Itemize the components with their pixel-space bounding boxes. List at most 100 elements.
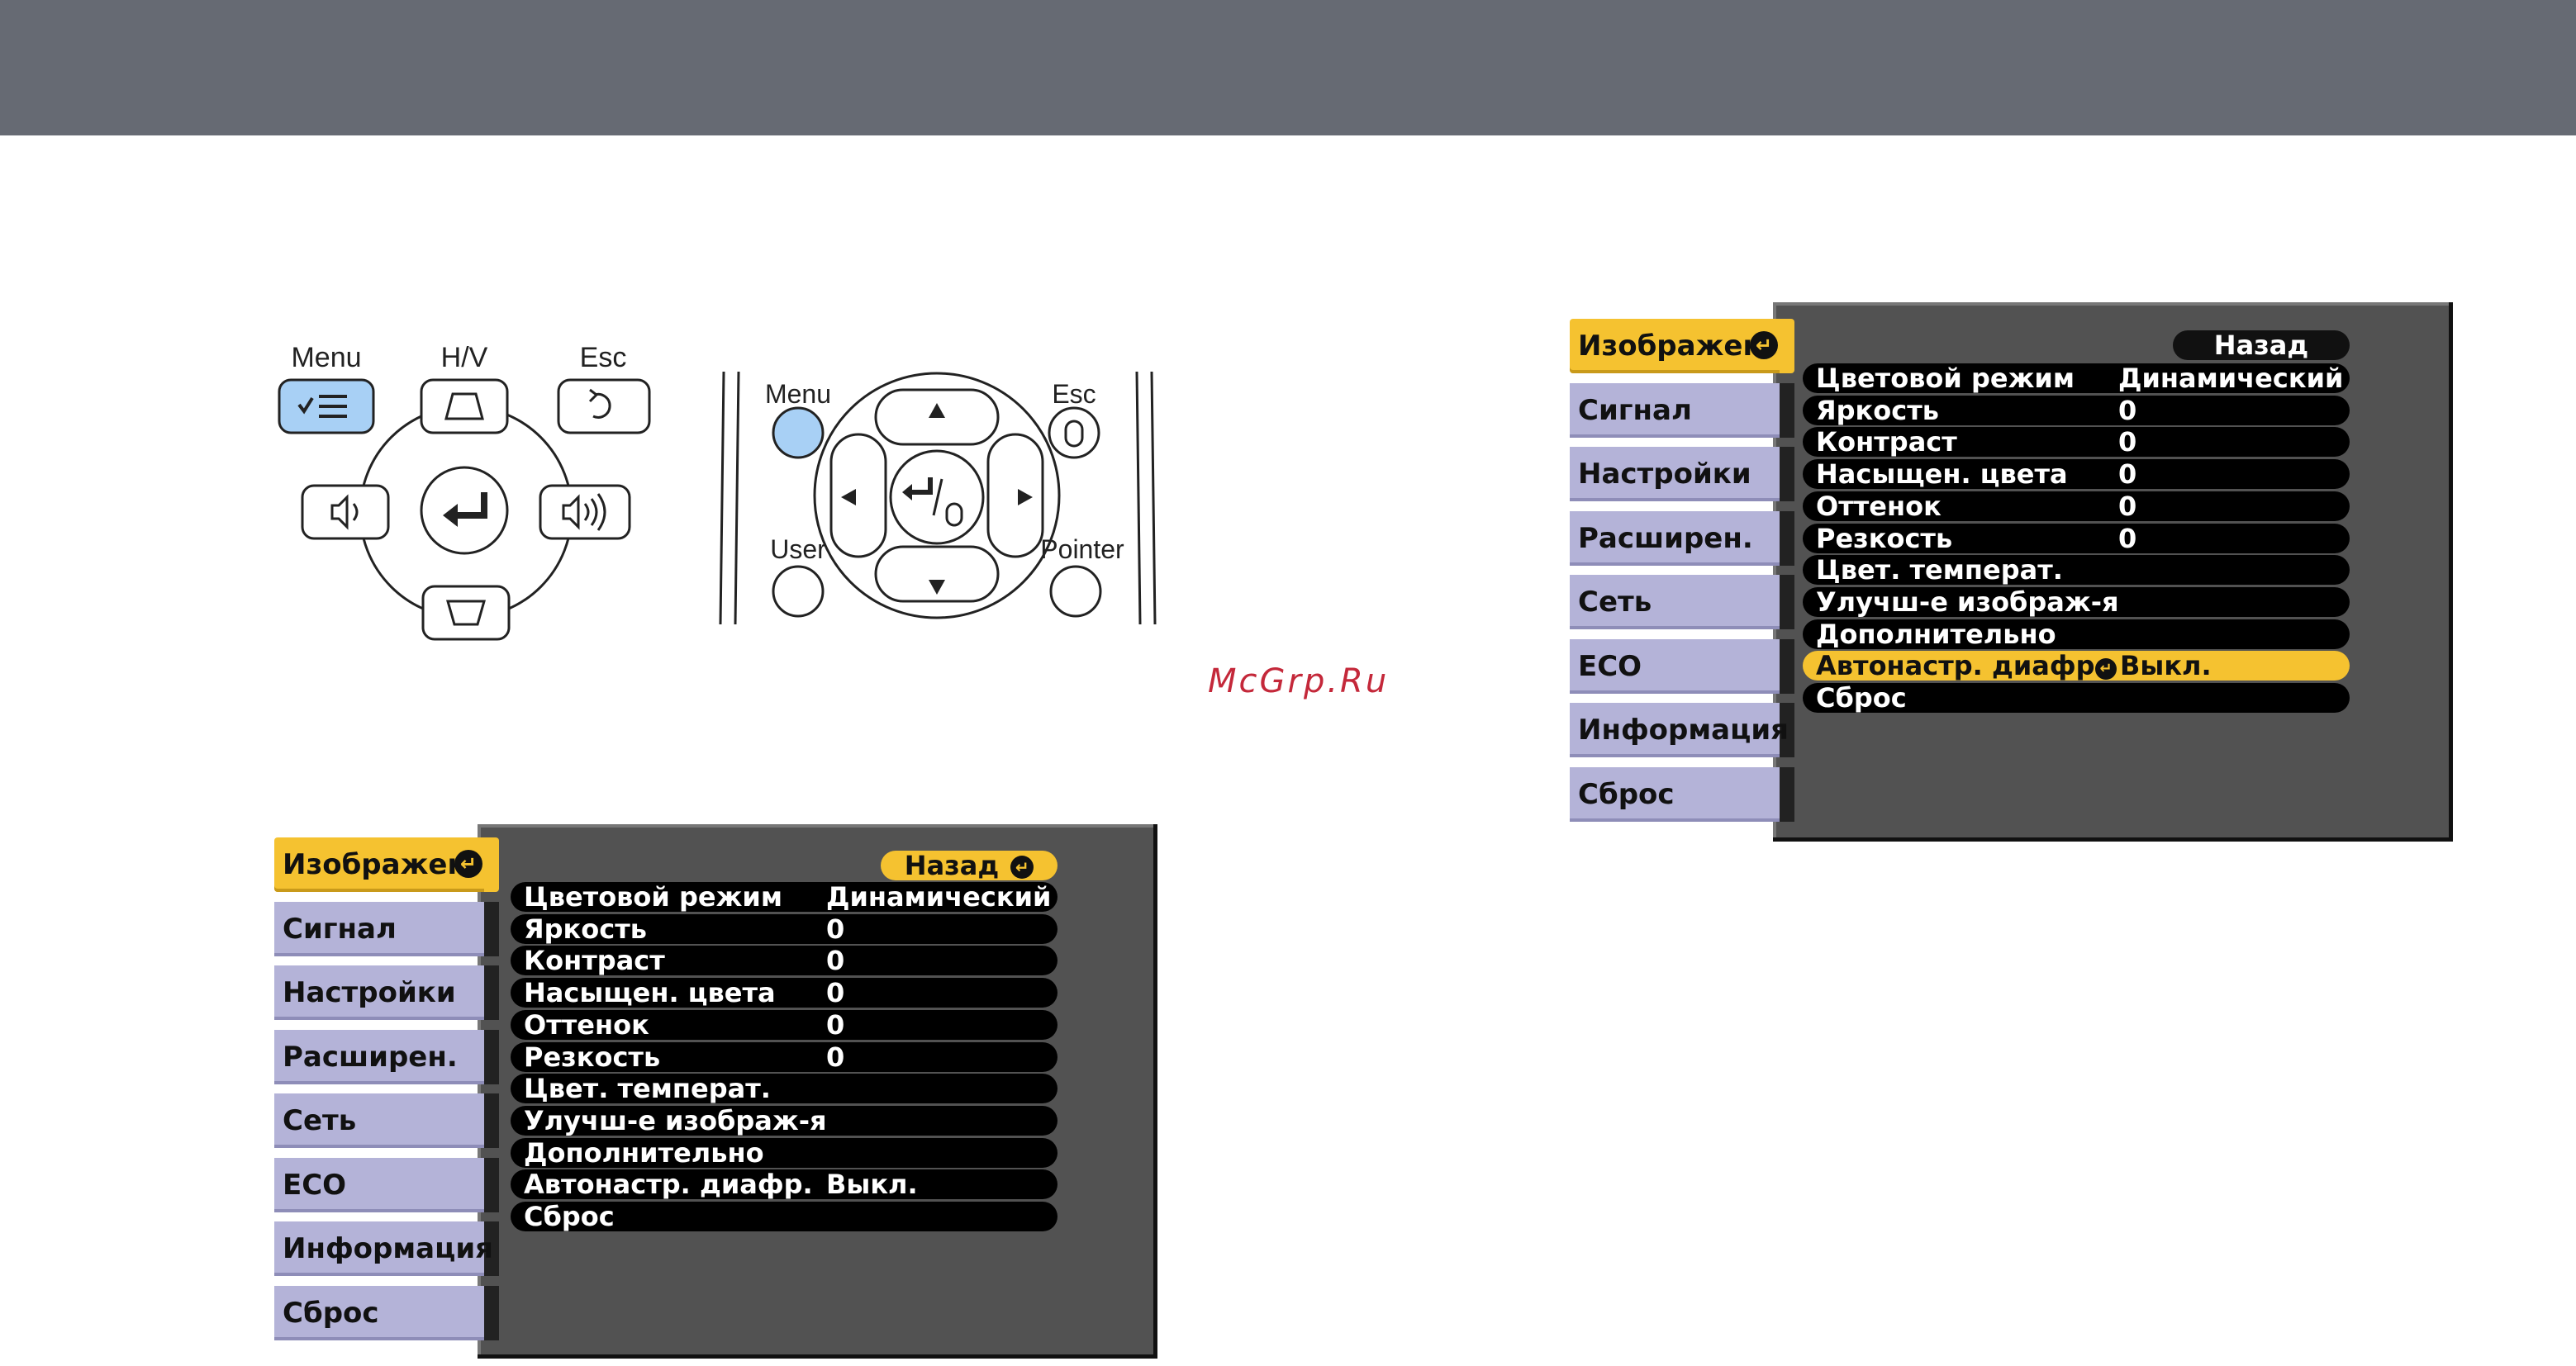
menu-row-value-text: 0 [2118, 394, 2137, 426]
menu-row-value-text: 0 [2118, 458, 2137, 491]
menu-row-label: Насыщен. цвета [1816, 458, 2068, 491]
menu-row[interactable]: Оттенок 0 [511, 1008, 1057, 1041]
tab-7[interactable]: Сброс [274, 1285, 499, 1340]
menu-row[interactable]: Резкость 0 [1803, 522, 2350, 554]
pad-left-button[interactable] [829, 433, 887, 558]
menu-row-label: Цветовой режим [1816, 363, 2075, 394]
tab-4[interactable]: Сеть [274, 1093, 499, 1148]
enter-button[interactable] [420, 466, 509, 555]
menu-row-value: ↵ Выкл. [2095, 651, 2212, 681]
menu-row-value-text: 0 [826, 945, 845, 977]
tab-label: Настройки [283, 976, 456, 1009]
menu-row[interactable]: Сброс [511, 1202, 1057, 1231]
menu-row[interactable]: Сброс [1803, 683, 2350, 713]
tab-5[interactable]: ECO [1570, 638, 1794, 694]
menu-row[interactable]: Яркость 0 [511, 913, 1057, 944]
menu-row[interactable]: Улучш-е изображ-я [1803, 586, 2350, 618]
tab-6[interactable]: Информация [1570, 703, 1794, 757]
panel-hv-label: H/V [441, 342, 488, 373]
menu-row[interactable]: Улучш-е изображ-я [511, 1104, 1057, 1136]
menu-row-value: 0 [2118, 491, 2136, 521]
back-button[interactable]: Назад [2173, 330, 2350, 360]
esc-button[interactable] [557, 378, 651, 434]
tab-7[interactable]: Сброс [1570, 766, 1794, 822]
tab-1[interactable]: Сигнал [1570, 382, 1794, 438]
menu-row-value-text: 0 [2118, 490, 2137, 522]
menu-button[interactable] [278, 378, 375, 434]
remote-menu-label: Menu [765, 379, 831, 409]
panel-menu-label: Menu [291, 342, 361, 373]
menu-row[interactable]: Автонастр. диафр. Выкл. [511, 1169, 1057, 1200]
tab-label: Сигнал [1578, 393, 1692, 427]
menu-row[interactable]: Цвет. температ. [511, 1074, 1057, 1104]
menu-row[interactable]: Цветовой режим Динамический [1803, 363, 2350, 393]
menu-row-value: 0 [826, 914, 844, 944]
tab-4[interactable]: Сеть [1570, 575, 1794, 629]
keystone-down-button[interactable] [421, 585, 511, 641]
menu-row-label: Оттенок [524, 1008, 649, 1041]
menu-row[interactable]: Цвет. температ. [1803, 555, 2350, 586]
tab-2[interactable]: Настройки [274, 965, 499, 1020]
menu-row-value: 0 [2118, 459, 2136, 489]
menu-row-label: Дополнительно [524, 1136, 764, 1169]
tab-3[interactable]: Расширен. [1570, 510, 1794, 566]
remote-control: Menu Esc User Pointer [719, 371, 1157, 625]
menu-row-value: 0 [826, 978, 844, 1008]
menu-row[interactable]: Оттенок 0 [1803, 491, 2350, 521]
menu-row-value-text: 0 [2118, 522, 2137, 554]
remote-pointer-label: Pointer [1040, 534, 1124, 564]
menu-row-label: Контраст [1816, 426, 1957, 458]
remote-pointer-button[interactable] [1049, 565, 1102, 618]
tab-1[interactable]: Сигнал [274, 901, 499, 956]
menu-row-label: Яркость [1816, 394, 1939, 426]
tab-label: ECO [283, 1168, 347, 1202]
pad-right-button[interactable] [986, 433, 1044, 558]
menu-row-value: Динамический [826, 882, 1051, 912]
menu-row-label: Улучш-е изображ-я [524, 1104, 827, 1136]
tab-label: Сброс [1578, 777, 1675, 811]
menu-row-value: 0 [2118, 427, 2136, 457]
tab-label: Изображен. [283, 848, 478, 881]
tab-5[interactable]: ECO [274, 1157, 499, 1212]
back-button[interactable]: Назад ↵ [881, 851, 1057, 880]
watermark: McGrp.Ru [1208, 662, 1390, 700]
volume-down-button[interactable] [301, 484, 390, 540]
panel-esc-label: Esc [580, 342, 627, 373]
menu-row[interactable]: Насыщен. цвета 0 [511, 978, 1057, 1008]
tab-3[interactable]: Расширен. [274, 1029, 499, 1084]
remote-esc-button[interactable] [1048, 406, 1100, 459]
menu-row[interactable]: Яркость 0 [1803, 394, 2350, 426]
pad-enter-button[interactable] [889, 449, 985, 545]
menu-row[interactable]: Насыщен. цвета 0 [1803, 458, 2350, 491]
menu-row-label: Насыщен. цвета [524, 977, 776, 1009]
tab-label: Информация [1578, 714, 1789, 747]
menu-row[interactable]: Контраст 0 [511, 946, 1057, 976]
menu-row-value-text: Выкл. [2120, 650, 2212, 682]
hv-keystone-button[interactable] [420, 378, 509, 434]
pad-up-button[interactable] [874, 388, 1000, 446]
remote-user-label: User [770, 534, 826, 564]
menu-row-label: Сброс [1816, 682, 1907, 714]
tab-0[interactable]: Изображен. ↵ [1570, 319, 1794, 373]
volume-up-button[interactable] [539, 484, 631, 540]
tab-label: Расширен. [1578, 521, 1753, 555]
projector-menu-default: Изображен. ↵ Сигнал Настройки Расширен. Сеть E… [274, 821, 1160, 1366]
menu-row[interactable]: Дополнительно [1803, 619, 2350, 649]
menu-row-value: 0 [826, 946, 844, 975]
menu-row-label: Резкость [1816, 522, 1953, 554]
tab-6[interactable]: Информация [274, 1221, 499, 1276]
menu-row-value: Выкл. [826, 1169, 918, 1199]
menu-row[interactable]: Дополнительно [511, 1136, 1057, 1169]
pad-down-button[interactable] [874, 545, 1000, 603]
remote-user-button[interactable] [772, 565, 825, 618]
remote-menu-button[interactable] [772, 406, 825, 459]
menu-row[interactable]: Контраст 0 [1803, 426, 2350, 458]
menu-row[interactable]: Резкость 0 [511, 1041, 1057, 1072]
tab-0[interactable]: Изображен. ↵ [274, 837, 499, 892]
enter-icon: ↵ [2095, 658, 2117, 681]
menu-row-label: Улучш-е изображ-я [1816, 586, 2119, 618]
menu-row[interactable]: Автонастр. диафр. ↵ Выкл. [1803, 651, 2350, 681]
menu-row[interactable]: Цветовой режим Динамический [511, 882, 1057, 912]
menu-row-label: Цветовой режим [524, 881, 782, 913]
tab-2[interactable]: Настройки [1570, 447, 1794, 501]
